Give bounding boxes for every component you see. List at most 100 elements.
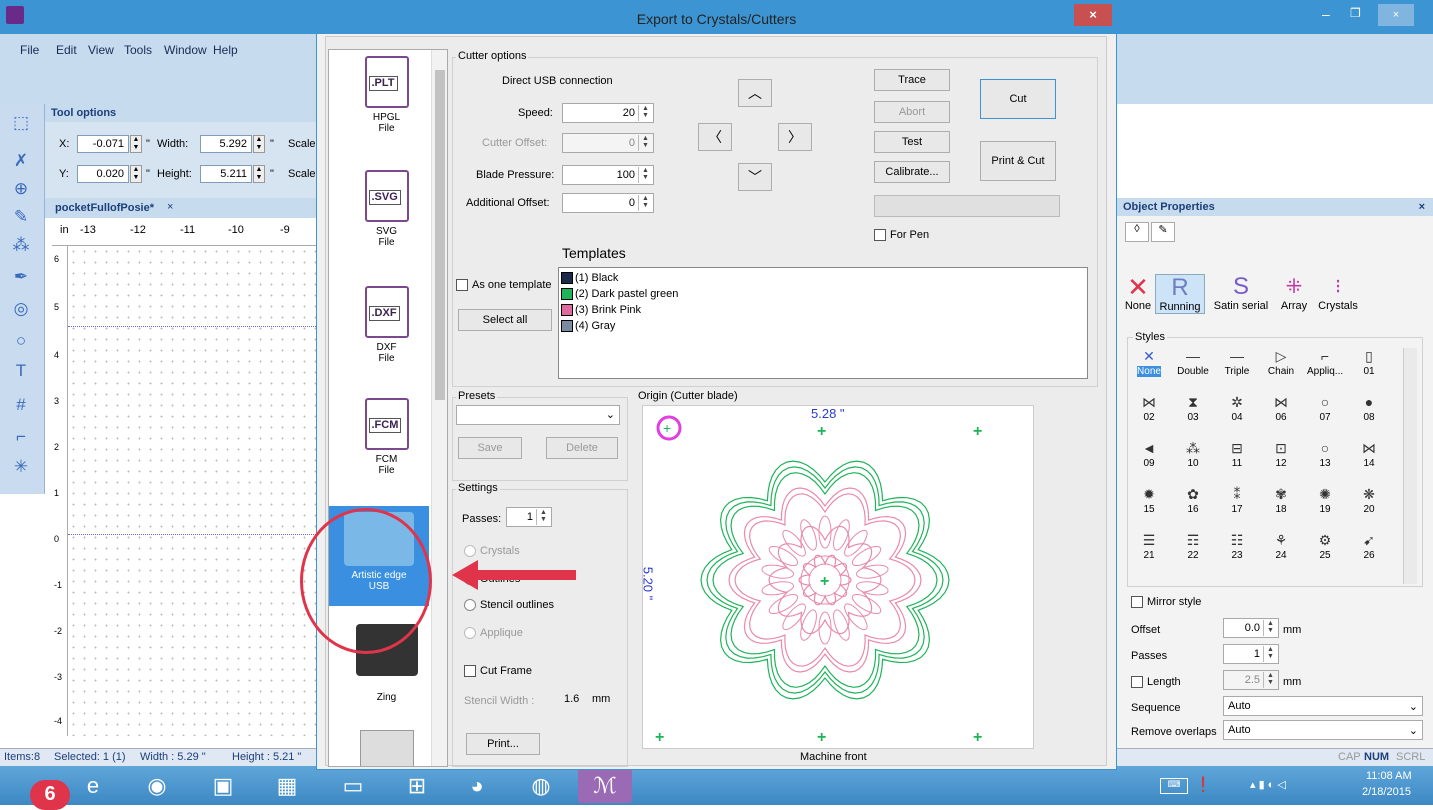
template-item[interactable]: (2) Dark pastel green bbox=[561, 288, 678, 301]
length-input[interactable]: 2.5 ▲ ▼ bbox=[1223, 670, 1279, 690]
tray-icons[interactable]: ▴ ▮ ◐ ◁ bbox=[1250, 778, 1286, 791]
print-cut-button[interactable]: Print & Cut bbox=[980, 141, 1056, 181]
height-input[interactable]: 5.211 bbox=[200, 165, 252, 183]
type-none[interactable]: ✕ None bbox=[1123, 274, 1153, 312]
main-close-icon[interactable]: × bbox=[1378, 4, 1414, 26]
scroll-thumb[interactable] bbox=[435, 70, 445, 400]
trace-button[interactable]: Trace bbox=[874, 69, 950, 91]
style-item[interactable]: ⋈ 06 bbox=[1263, 394, 1299, 423]
additional-offset-input[interactable]: 0 ▲ ▼ bbox=[562, 193, 654, 213]
style-item[interactable]: ✿ 16 bbox=[1175, 486, 1211, 515]
jog-left-button[interactable]: 〈 bbox=[698, 123, 732, 151]
print-button[interactable]: Print... bbox=[466, 733, 540, 755]
type-array[interactable]: ⁜ Array bbox=[1277, 274, 1311, 312]
minimize-icon[interactable]: – bbox=[1322, 6, 1330, 22]
menu-tools[interactable]: Tools bbox=[124, 43, 152, 57]
overlaps-select[interactable]: Auto ⌄ bbox=[1223, 720, 1423, 740]
select-all-button[interactable]: Select all bbox=[458, 309, 552, 331]
style-item[interactable]: ❋ 20 bbox=[1351, 486, 1387, 515]
type-crystals[interactable]: ⁝ Crystals bbox=[1313, 274, 1363, 312]
app-taskbar-icon[interactable]: ℳ bbox=[578, 769, 632, 803]
photos-icon[interactable]: ▣ bbox=[196, 769, 250, 803]
browser-icon[interactable]: ◍ bbox=[514, 769, 568, 803]
blade-pressure-input[interactable]: 100 ▲ ▼ bbox=[562, 165, 654, 185]
store-icon[interactable]: ⊞ bbox=[390, 769, 444, 803]
type-running[interactable]: R Running bbox=[1155, 274, 1205, 314]
y-input[interactable]: 0.020 bbox=[77, 165, 129, 183]
width-spin-icon[interactable]: ▲ ▼ bbox=[253, 135, 265, 153]
presets-select[interactable]: ⌄ bbox=[456, 405, 620, 425]
fill-tab-icon[interactable]: ◊ bbox=[1125, 222, 1149, 242]
dialog-close-button[interactable]: × bbox=[1074, 4, 1112, 26]
style-item[interactable]: ● 08 bbox=[1351, 394, 1387, 423]
device-next[interactable] bbox=[339, 730, 434, 766]
menu-view[interactable]: View bbox=[88, 43, 114, 57]
width-input[interactable]: 5.292 bbox=[200, 135, 252, 153]
style-item[interactable]: ⚙ 25 bbox=[1307, 532, 1343, 561]
speed-input[interactable]: 20 ▲ ▼ bbox=[562, 103, 654, 123]
style-item[interactable]: ○ 07 bbox=[1307, 394, 1343, 423]
speed-spin-icon[interactable]: ▲ ▼ bbox=[638, 105, 652, 121]
style-item[interactable]: ⊟ 11 bbox=[1219, 440, 1255, 469]
circle-tool-icon[interactable]: ○ bbox=[10, 330, 32, 352]
style-item[interactable]: ✲ 04 bbox=[1219, 394, 1255, 423]
mirror-checkbox[interactable] bbox=[1131, 596, 1143, 608]
ie-icon[interactable]: e bbox=[66, 769, 120, 803]
style-item[interactable]: ⊡ 12 bbox=[1263, 440, 1299, 469]
passes-spin-icon[interactable]: ▲ ▼ bbox=[536, 509, 550, 525]
menu-edit[interactable]: Edit bbox=[56, 43, 77, 57]
panel-close-icon[interactable]: × bbox=[1419, 201, 1425, 213]
offset-input[interactable]: 0.0 ▲ ▼ bbox=[1223, 618, 1279, 638]
calibrate-button[interactable]: Calibrate... bbox=[874, 161, 950, 183]
style-item[interactable]: ☰ 21 bbox=[1131, 532, 1167, 561]
passes-input[interactable]: 1 ▲ ▼ bbox=[1223, 644, 1279, 664]
style-item[interactable]: ☷ 23 bbox=[1219, 532, 1255, 561]
style-item[interactable]: ▯ 01 bbox=[1351, 348, 1387, 377]
select-tool-icon[interactable]: ⬚ bbox=[10, 112, 32, 134]
cutter-preview[interactable]: + + + + + + + 5.28 " 5.20 " bbox=[640, 405, 1034, 749]
tab-close-icon[interactable]: × bbox=[167, 201, 173, 213]
menu-window[interactable]: Window bbox=[164, 43, 207, 57]
style-item[interactable]: ✾ 18 bbox=[1263, 486, 1299, 515]
pen-tool-icon[interactable]: ✒ bbox=[10, 266, 32, 288]
offset-spin-icon[interactable]: ▲ ▼ bbox=[1263, 620, 1277, 636]
device-plt[interactable]: .PLT HPGL File bbox=[339, 56, 434, 134]
shape-tool-icon[interactable]: ◎ bbox=[10, 298, 32, 320]
length-spin-icon[interactable]: ▲ ▼ bbox=[1263, 672, 1277, 688]
for-pen-checkbox[interactable] bbox=[874, 229, 886, 241]
line-tool-icon[interactable]: ⁂ bbox=[10, 234, 32, 256]
crop-tool-icon[interactable]: ⌐ bbox=[10, 426, 32, 448]
style-item[interactable]: ◄ 09 bbox=[1131, 440, 1167, 469]
style-item[interactable]: ⌐ Appliq... bbox=[1307, 348, 1343, 377]
style-item[interactable]: ✹ 15 bbox=[1131, 486, 1167, 515]
file-explorer-icon[interactable]: ▭ bbox=[326, 769, 380, 803]
zoom-tool-icon[interactable]: ⊕ bbox=[10, 178, 32, 200]
style-item[interactable]: ⧗ 03 bbox=[1175, 394, 1211, 423]
keyboard-icon[interactable]: ⌨ bbox=[1160, 778, 1188, 794]
device-fcm[interactable]: .FCM FCM File bbox=[339, 398, 434, 476]
menu-file[interactable]: File bbox=[20, 43, 39, 57]
length-checkbox[interactable] bbox=[1131, 676, 1143, 688]
style-item[interactable]: ⚘ 24 bbox=[1263, 532, 1299, 561]
style-item[interactable]: ➹ 26 bbox=[1351, 532, 1387, 561]
chrome-icon[interactable]: ◕ bbox=[450, 769, 504, 803]
blade-spin-icon[interactable]: ▲ ▼ bbox=[638, 167, 652, 183]
passes-spin-icon[interactable]: ▲ ▼ bbox=[1263, 646, 1277, 662]
passes-input[interactable]: 1 ▲ ▼ bbox=[506, 507, 552, 527]
stencil-radio[interactable] bbox=[464, 599, 476, 611]
x-input[interactable]: -0.071 bbox=[77, 135, 129, 153]
y-spin-icon[interactable]: ▲ ▼ bbox=[130, 165, 142, 183]
style-item[interactable]: ⁂ 10 bbox=[1175, 440, 1211, 469]
style-item[interactable]: ✺ 19 bbox=[1307, 486, 1343, 515]
template-item[interactable]: (1) Black bbox=[561, 272, 618, 285]
x-spin-icon[interactable]: ▲ ▼ bbox=[130, 135, 142, 153]
jog-down-button[interactable]: ﹀ bbox=[738, 163, 772, 191]
style-item[interactable]: ☶ 22 bbox=[1175, 532, 1211, 561]
as-one-template-checkbox[interactable] bbox=[456, 279, 468, 291]
effects-tool-icon[interactable]: ✳ bbox=[10, 456, 32, 478]
text-tool-icon[interactable]: T bbox=[10, 360, 32, 382]
outline-tab-icon[interactable]: ✎ bbox=[1151, 222, 1175, 242]
device-dxf[interactable]: .DXF DXF File bbox=[339, 286, 434, 364]
style-item[interactable]: ✕ None bbox=[1131, 348, 1167, 377]
style-item[interactable]: ⋈ 14 bbox=[1351, 440, 1387, 469]
